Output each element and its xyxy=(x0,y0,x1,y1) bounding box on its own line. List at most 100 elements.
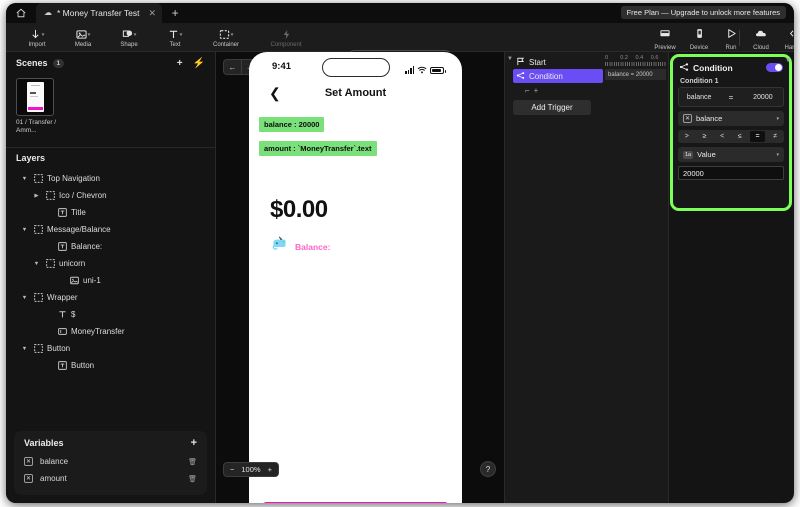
add-trigger-button[interactable]: Add Trigger xyxy=(513,100,591,115)
condition-node-icon xyxy=(679,62,689,74)
layer-row[interactable]: Title xyxy=(6,204,215,221)
toolbar-device-label: Device xyxy=(689,44,709,51)
trigger-panel: ▼ Start Condition ⌐ + Add Trigger 0 0.2 … xyxy=(504,52,669,503)
layer-row[interactable]: Button xyxy=(6,357,215,374)
timeline[interactable]: 0 0.2 0.4 0.6 balance = 20000 xyxy=(605,55,666,80)
twisty-icon[interactable]: ▼ xyxy=(20,227,29,233)
canvas-back-button[interactable]: ← xyxy=(224,60,241,74)
condition-enabled-toggle[interactable] xyxy=(766,63,783,72)
canvas-area[interactable]: ← → 9:41 ❮ Set Amount xyxy=(216,52,504,503)
layer-row[interactable]: ▼ Button xyxy=(6,340,215,357)
toolbar-cloud-label: Cloud xyxy=(753,44,769,51)
layer-label: $ xyxy=(71,310,76,319)
twisty-icon[interactable]: ▼ xyxy=(20,346,29,352)
operator-neq[interactable]: ≠ xyxy=(767,131,783,142)
condition-summary-right: 20000 xyxy=(753,93,773,101)
cloud-icon xyxy=(755,26,768,44)
condition-summary-left: balance xyxy=(686,93,712,101)
operator-gte[interactable]: ≥ xyxy=(697,131,713,142)
layer-row[interactable]: ▼ Wrapper xyxy=(6,289,215,306)
continue-button[interactable]: Continue xyxy=(263,502,448,503)
toolbar-cloud[interactable]: Cloud xyxy=(742,25,780,51)
trigger-row-condition[interactable]: Condition xyxy=(513,69,603,83)
new-tab-button[interactable]: + xyxy=(162,3,188,23)
variable-name: balance xyxy=(40,457,69,466)
plan-upgrade-notice[interactable]: Free Plan — Upgrade to unlock more featu… xyxy=(620,6,786,19)
toolbar-container-label: Container xyxy=(212,41,239,48)
toolbar-text[interactable]: ▾ Text xyxy=(152,25,198,51)
layers-tree: ▼ Top Navigation ▶ Ico / Chevron Title ▼… xyxy=(6,168,215,374)
container-dashed-icon: ▾ xyxy=(219,29,233,41)
layer-row[interactable]: uni-1 xyxy=(6,272,215,289)
layer-label: uni-1 xyxy=(83,276,101,285)
layer-row[interactable]: $ xyxy=(6,306,215,323)
toolbar-handoff[interactable]: Handoff xyxy=(776,25,794,51)
layer-row[interactable]: MoneyTransfer xyxy=(6,323,215,340)
trigger-start-row[interactable]: Start xyxy=(513,55,603,69)
add-variable-button[interactable]: + xyxy=(191,437,197,449)
toolbar-import[interactable]: ▾ Import xyxy=(14,25,60,51)
main-toolbar: ▾ Import ▾ Media ▾ Shape ▾ Text ▾ Contai… xyxy=(6,23,794,65)
home-icon[interactable] xyxy=(6,3,36,23)
layer-row[interactable]: ▼ Top Navigation xyxy=(6,170,215,187)
help-button[interactable]: ? xyxy=(480,461,496,477)
toolbar-media[interactable]: ▾ Media xyxy=(60,25,106,51)
timeline-tick: 0.6 xyxy=(650,55,659,61)
chevron-down-icon[interactable]: ▾ xyxy=(776,116,779,122)
twisty-icon[interactable]: ▼ xyxy=(20,295,29,301)
trigger-add-row[interactable]: ⌐ + xyxy=(513,83,603,97)
twisty-icon[interactable]: ▼ xyxy=(20,176,29,182)
variable-select-value: balance xyxy=(696,114,723,123)
tab-money-transfer-test[interactable]: ☁ * Money Transfer Test ✕ xyxy=(36,3,163,23)
toolbar-preview[interactable]: Preview xyxy=(646,25,684,51)
close-icon[interactable]: ✕ xyxy=(149,8,157,19)
condition-value-input[interactable]: 20000 xyxy=(678,166,784,180)
value-type-select[interactable]: 1a Value ▾ xyxy=(678,147,784,162)
lightning-icon[interactable]: ⚡ xyxy=(193,58,205,69)
operator-eq[interactable]: = xyxy=(749,131,766,142)
phone-frame[interactable]: 9:41 ❮ Set Amount balance : 20000 amount… xyxy=(249,52,462,503)
zoom-in-button[interactable]: + xyxy=(268,465,272,474)
container-icon xyxy=(45,259,55,269)
chevron-down-icon[interactable]: ▾ xyxy=(776,152,779,158)
inspector-collapse-icon[interactable]: ▼ xyxy=(785,58,791,64)
variable-row-balance[interactable]: ✕ balance 🗑 xyxy=(14,453,207,470)
trigger-row-label: Condition xyxy=(529,71,563,81)
variable-row-amount[interactable]: ✕ amount 🗑 xyxy=(14,470,207,487)
operator-lte[interactable]: ≤ xyxy=(732,131,748,142)
timeline-clip[interactable]: balance = 20000 xyxy=(605,69,666,80)
layer-row[interactable]: ▼ unicorn xyxy=(6,255,215,272)
operator-gt[interactable]: > xyxy=(679,131,695,142)
zoom-out-button[interactable]: − xyxy=(230,465,234,474)
variables-title: Variables xyxy=(24,438,64,448)
scene-thumbnail[interactable] xyxy=(16,78,54,116)
text-icon xyxy=(57,361,67,371)
trash-icon[interactable]: 🗑 xyxy=(188,458,197,466)
variable-select[interactable]: ✕ balance ▾ xyxy=(678,111,784,126)
dynamic-island xyxy=(321,58,390,77)
lightning-icon xyxy=(281,29,292,41)
layers-header: Layers xyxy=(6,148,215,168)
inspector-title: Condition xyxy=(693,62,733,73)
trash-icon[interactable]: 🗑 xyxy=(188,475,197,483)
layer-row[interactable]: Balance: xyxy=(6,238,215,255)
toolbar-shape[interactable]: ▾ Shape xyxy=(106,25,152,51)
layer-row[interactable]: ▶ Ico / Chevron xyxy=(6,187,215,204)
scene-preview xyxy=(26,82,44,112)
input-icon xyxy=(57,327,67,337)
device-icon xyxy=(694,26,705,44)
add-scene-button[interactable]: + xyxy=(177,58,183,69)
scene-item[interactable]: 01 / Transfer / Amm... xyxy=(16,78,56,135)
wifi-icon xyxy=(417,61,427,79)
twisty-icon[interactable]: ▶ xyxy=(32,193,41,199)
phone-status-bar: 9:41 xyxy=(249,52,462,82)
toolbar-component[interactable]: Component xyxy=(256,25,316,51)
toolbar-container[interactable]: ▾ Container xyxy=(198,25,254,51)
layer-row[interactable]: ▼ Message/Balance xyxy=(6,221,215,238)
twisty-icon[interactable]: ▼ xyxy=(32,261,41,267)
operator-lt[interactable]: < xyxy=(714,131,730,142)
container-icon xyxy=(45,191,55,201)
condition-summary-operator: = xyxy=(728,92,734,102)
title-bar: ☁ * Money Transfer Test ✕ + Free Plan — … xyxy=(6,3,794,23)
trigger-add-icon[interactable]: + xyxy=(534,86,539,95)
